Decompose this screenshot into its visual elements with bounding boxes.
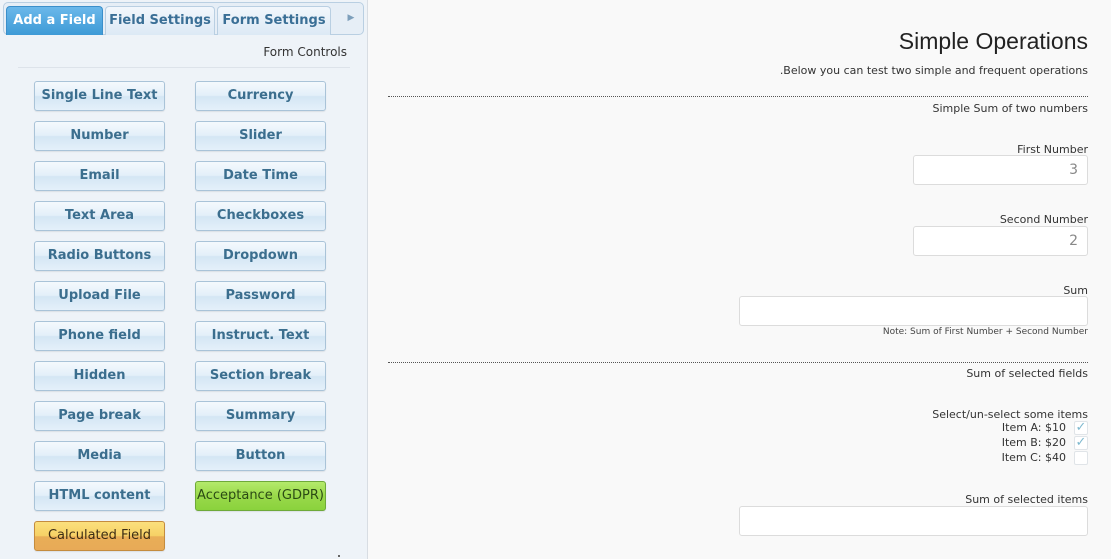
control-phone-field[interactable]: Phone field [34,321,165,351]
form-preview: Simple Operations .Below you can test tw… [388,0,1088,559]
control-slider[interactable]: Slider [195,121,326,151]
tab-form-settings[interactable]: Form Settings [217,6,331,35]
tab-field-settings[interactable]: Field Settings [105,6,215,35]
item-c-checkbox[interactable] [1074,450,1088,465]
control-hidden[interactable]: Hidden [34,361,165,391]
second-number-label: Second Number [999,213,1088,226]
form-description: .Below you can test two simple and frequ… [779,64,1088,77]
control-single-line-text[interactable]: Single Line Text [34,81,165,111]
tab-bar: Add a Field Field Settings Form Settings… [3,2,364,35]
first-number-input[interactable]: 3 [913,155,1088,185]
control-upload-file[interactable]: Upload File [34,281,165,311]
tab-add-a-field[interactable]: Add a Field [6,6,103,35]
control-text-area[interactable]: Text Area [34,201,165,231]
section-title: Sum of selected fields [966,367,1088,380]
control-media[interactable]: Media [34,441,165,471]
control-number[interactable]: Number [34,121,165,151]
control-checkboxes[interactable]: Checkboxes [195,201,326,231]
checkbox-label: Item C: $40 [1001,451,1066,464]
control-button[interactable]: Button [195,441,326,471]
control-calculated-field[interactable]: Calculated Field [34,521,165,551]
checkbox-item: Item B: $20 ✓ [1002,435,1088,450]
form-controls-heading: Form Controls [263,45,347,59]
form-builder-panel: Add a Field Field Settings Form Settings… [0,0,368,559]
check-icon: ✓ [1075,419,1087,435]
sum-note: Note: Sum of First Number + Second Numbe… [882,327,1088,337]
control-radio-buttons[interactable]: Radio Buttons [34,241,165,271]
chevron-right-icon[interactable]: ▶ [345,11,357,25]
resize-handle[interactable] [338,555,340,557]
control-page-break[interactable]: Page break [34,401,165,431]
checkbox-item: Item C: $40 [1002,450,1088,465]
section-title: Simple Sum of two numbers [932,102,1088,115]
section-divider [388,362,1088,363]
checkbox-item: Item A: $10 ✓ [1002,420,1088,435]
sum-selected-label: Sum of selected items [965,493,1088,506]
checkbox-label: Item A: $10 [1001,421,1066,434]
control-date-time[interactable]: Date Time [195,161,326,191]
second-number-input[interactable]: 2 [913,226,1088,256]
control-email[interactable]: Email [34,161,165,191]
control-password[interactable]: Password [195,281,326,311]
form-title: Simple Operations [898,28,1088,54]
item-a-checkbox[interactable]: ✓ [1074,419,1088,435]
sum-selected-input[interactable] [739,506,1088,536]
control-html-content[interactable]: HTML content [34,481,165,511]
section-divider [388,96,1088,97]
control-currency[interactable]: Currency [195,81,326,111]
item-b-checkbox[interactable]: ✓ [1074,434,1088,450]
control-acceptance-gdpr[interactable]: Acceptance (GDPR) [195,481,326,511]
checkbox-label: Item B: $20 [1001,436,1066,449]
control-instruct-text[interactable]: Instruct. Text [195,321,326,351]
control-summary[interactable]: Summary [195,401,326,431]
divider [18,67,350,68]
sum-input[interactable] [739,296,1088,326]
control-dropdown[interactable]: Dropdown [195,241,326,271]
control-section-break[interactable]: Section break [195,361,326,391]
check-icon: ✓ [1075,434,1087,450]
